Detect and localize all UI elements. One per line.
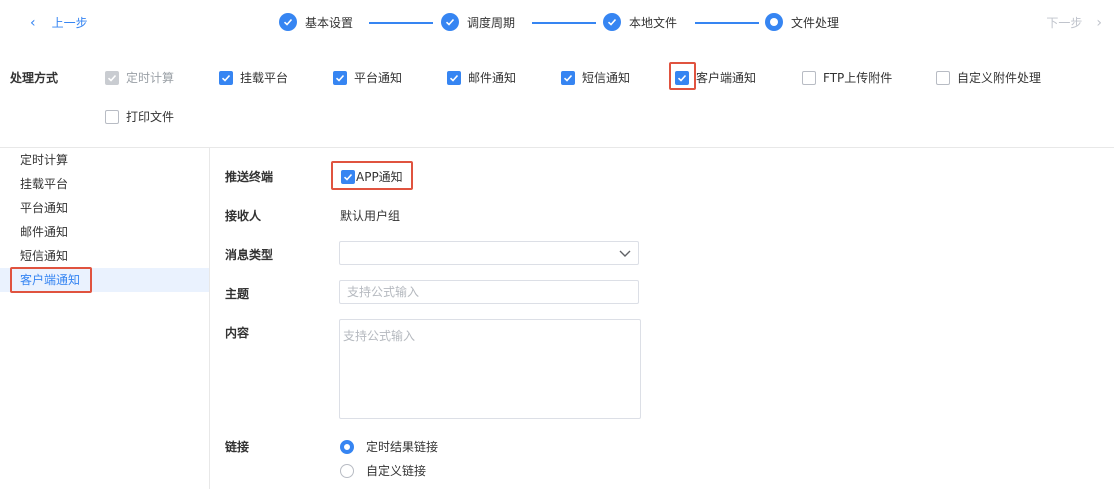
method-label: 处理方式: [10, 71, 59, 85]
next-step-button[interactable]: 下一步 ›: [1046, 14, 1102, 31]
method-client-notify[interactable]: 客户端通知: [675, 69, 756, 86]
next-step-label: 下一步: [1046, 16, 1083, 30]
step-label: 文件处理: [791, 15, 840, 30]
method-ftp-upload[interactable]: FTP上传附件: [802, 69, 892, 86]
checkbox-icon: [936, 70, 950, 85]
method-mount-platform[interactable]: 挂载平台: [219, 69, 288, 86]
checkbox-icon: [333, 70, 347, 85]
receiver-label: 接收人: [225, 209, 262, 223]
message-type-label: 消息类型: [225, 248, 274, 262]
subject-input[interactable]: [339, 280, 639, 304]
sidebar-item-sms-notify[interactable]: 短信通知: [0, 244, 209, 268]
prev-step-label: 上一步: [51, 16, 88, 30]
step-label: 基本设置: [305, 15, 354, 30]
checkbox-icon: [105, 70, 119, 85]
step-connector: [532, 22, 596, 24]
method-print-file[interactable]: 打印文件: [105, 108, 174, 125]
radio-icon: [340, 463, 354, 478]
radio-selected-icon: [340, 439, 354, 454]
step-label: 本地文件: [629, 15, 678, 30]
link-label: 链接: [225, 440, 250, 454]
check-circle-icon: [441, 13, 459, 31]
content-textarea[interactable]: [339, 319, 641, 419]
step-schedule[interactable]: 调度周期: [441, 13, 515, 31]
sidebar-item-mount-platform[interactable]: 挂载平台: [0, 172, 209, 196]
checkbox-icon: [219, 70, 233, 85]
radio-timed-result-link[interactable]: 定时结果链接: [340, 438, 438, 455]
panel-divider: [209, 148, 210, 489]
step-connector: [369, 22, 433, 24]
step-connector: [695, 22, 759, 24]
check-circle-icon: [279, 13, 297, 31]
checkbox-icon: [802, 70, 816, 85]
step-file-processing[interactable]: 文件处理: [765, 13, 839, 31]
method-platform-notify[interactable]: 平台通知: [333, 69, 402, 86]
sidebar-item-client-notify[interactable]: 客户端通知: [0, 268, 209, 292]
current-step-icon: [765, 13, 783, 31]
checkbox-icon: [675, 70, 689, 85]
content-label: 内容: [225, 326, 250, 340]
check-circle-icon: [603, 13, 621, 31]
chevron-left-icon: ‹: [30, 14, 36, 31]
method-email-notify[interactable]: 邮件通知: [447, 69, 516, 86]
checkbox-icon: [561, 70, 575, 85]
checkbox-icon: [105, 109, 119, 124]
receiver-value: 默认用户组: [340, 209, 401, 223]
checkbox-icon: [341, 169, 355, 184]
checkbox-icon: [447, 70, 461, 85]
step-basic-settings[interactable]: 基本设置: [279, 13, 353, 31]
push-terminal-label: 推送终端: [225, 170, 274, 184]
radio-custom-link[interactable]: 自定义链接: [340, 462, 426, 479]
method-sms-notify[interactable]: 短信通知: [561, 69, 630, 86]
step-label: 调度周期: [467, 15, 516, 30]
prev-step-button[interactable]: ‹ 上一步: [30, 14, 88, 31]
app-notify-checkbox[interactable]: APP通知: [341, 168, 403, 185]
sidebar-item-timed-calc[interactable]: 定时计算: [0, 148, 209, 172]
step-local-file[interactable]: 本地文件: [603, 13, 677, 31]
method-timed-calc: 定时计算: [105, 69, 174, 86]
sidebar-item-email-notify[interactable]: 邮件通知: [0, 220, 209, 244]
step-bar: ‹ 上一步 基本设置 调度周期 本地文件 文件处理 下一步 ›: [0, 0, 1114, 46]
message-type-select[interactable]: [339, 241, 639, 265]
method-custom-attachment[interactable]: 自定义附件处理: [936, 69, 1041, 86]
subject-label: 主题: [225, 287, 250, 301]
chevron-down-icon: [619, 250, 631, 257]
chevron-right-icon: ›: [1096, 14, 1102, 31]
sidebar-item-platform-notify[interactable]: 平台通知: [0, 196, 209, 220]
